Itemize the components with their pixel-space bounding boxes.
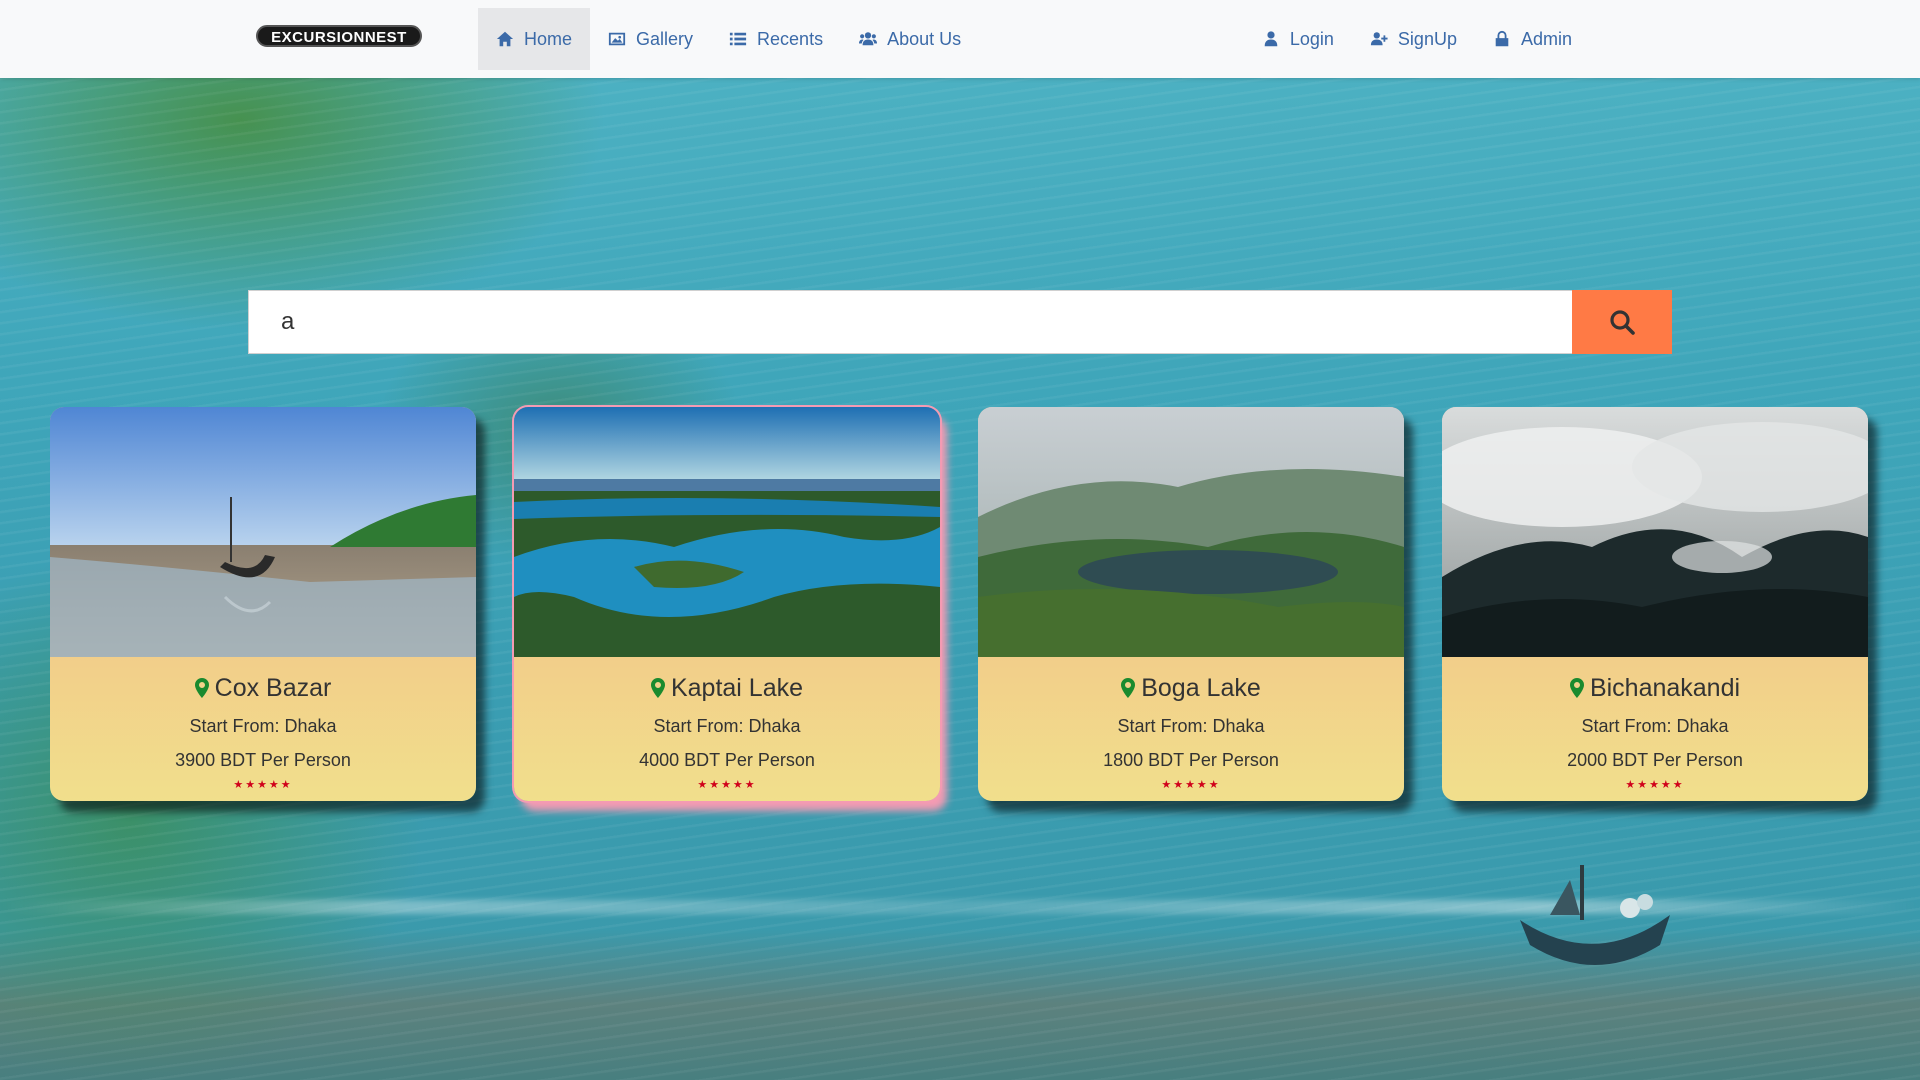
nav-admin-label: Admin [1520,28,1572,49]
map-marker-icon [650,678,665,698]
card-body: Cox Bazar Start From: Dhaka 3900 BDT Per… [50,672,476,792]
nav-about-us[interactable]: About Us [841,8,979,70]
user-plus-icon [1370,32,1388,46]
destination-cards: Cox Bazar Start From: Dhaka 3900 BDT Per… [50,407,1870,801]
nav-signup-label: SignUp [1397,28,1457,49]
nav-home-label: Home [524,28,573,49]
nav-home[interactable]: Home [478,8,591,70]
nav-admin[interactable]: Admin [1475,8,1590,70]
nav-login[interactable]: Login [1244,8,1352,70]
account-nav: Login SignUp Admin [1244,8,1590,70]
card-title-text: Cox Bazar [214,673,332,702]
card-title: Boga Lake [978,672,1404,704]
destination-photo-kaptai-lake [514,407,940,657]
card-body: Kaptai Lake Start From: Dhaka 4000 BDT P… [514,672,940,792]
background-boat [1520,865,1670,965]
destination-card[interactable]: Kaptai Lake Start From: Dhaka 4000 BDT P… [514,407,940,801]
card-start: Start From: Dhaka [1117,716,1265,736]
search-button[interactable] [1572,290,1672,354]
card-title-text: Bichanakandi [1589,673,1741,702]
card-title: Kaptai Lake [514,672,940,704]
card-title-text: Boga Lake [1141,673,1261,702]
image-icon [608,32,626,46]
card-body: Boga Lake Start From: Dhaka 1800 BDT Per… [978,672,1404,792]
map-marker-icon [194,678,209,698]
card-start: Start From: Dhaka [1581,716,1729,736]
card-rating: ★★★★★ [233,779,293,791]
card-title: Cox Bazar [50,672,476,704]
card-body: Bichanakandi Start From: Dhaka 2000 BDT … [1442,672,1868,792]
nav-gallery[interactable]: Gallery [590,8,711,70]
destination-photo-cox-bazar [50,407,476,657]
main-nav: Home Gallery Recents About Us [478,8,979,70]
card-price: 4000 BDT Per Person [639,750,815,770]
nav-recents-label: Recents [757,28,824,49]
users-icon [859,32,878,46]
card-rating: ★★★★★ [1161,779,1221,791]
lock-icon [1495,30,1509,47]
card-price: 3900 BDT Per Person [175,750,351,770]
list-icon [729,32,747,46]
user-icon [1264,31,1278,47]
destination-card[interactable]: Bichanakandi Start From: Dhaka 2000 BDT … [1442,407,1868,801]
card-rating: ★★★★★ [1625,779,1685,791]
card-start: Start From: Dhaka [653,716,801,736]
brand-logo[interactable]: EXCURSIONNEST [256,25,422,47]
card-start: Start From: Dhaka [189,716,337,736]
card-price: 2000 BDT Per Person [1567,750,1743,770]
destination-card[interactable]: Cox Bazar Start From: Dhaka 3900 BDT Per… [50,407,476,801]
map-marker-icon [1121,678,1136,698]
nav-about-us-label: About Us [887,28,962,49]
search-bar [248,290,1672,354]
destination-card[interactable]: Boga Lake Start From: Dhaka 1800 BDT Per… [978,407,1404,801]
destination-photo-boga-lake [978,407,1404,657]
nav-login-label: Login [1289,28,1334,49]
nav-recents[interactable]: Recents [711,8,841,70]
search-icon [1610,310,1635,335]
destination-photo-bichanakandi [1442,407,1868,657]
home-icon [496,31,514,47]
card-price: 1800 BDT Per Person [1103,750,1279,770]
map-marker-icon [1569,678,1584,698]
top-navbar: EXCURSIONNEST Home Gallery Recents About… [0,0,1920,78]
nav-gallery-label: Gallery [636,28,694,49]
card-title-text: Kaptai Lake [670,673,804,702]
card-rating: ★★★★★ [697,779,757,791]
card-title: Bichanakandi [1442,672,1868,704]
nav-signup[interactable]: SignUp [1352,8,1475,70]
search-input[interactable] [248,290,1572,354]
